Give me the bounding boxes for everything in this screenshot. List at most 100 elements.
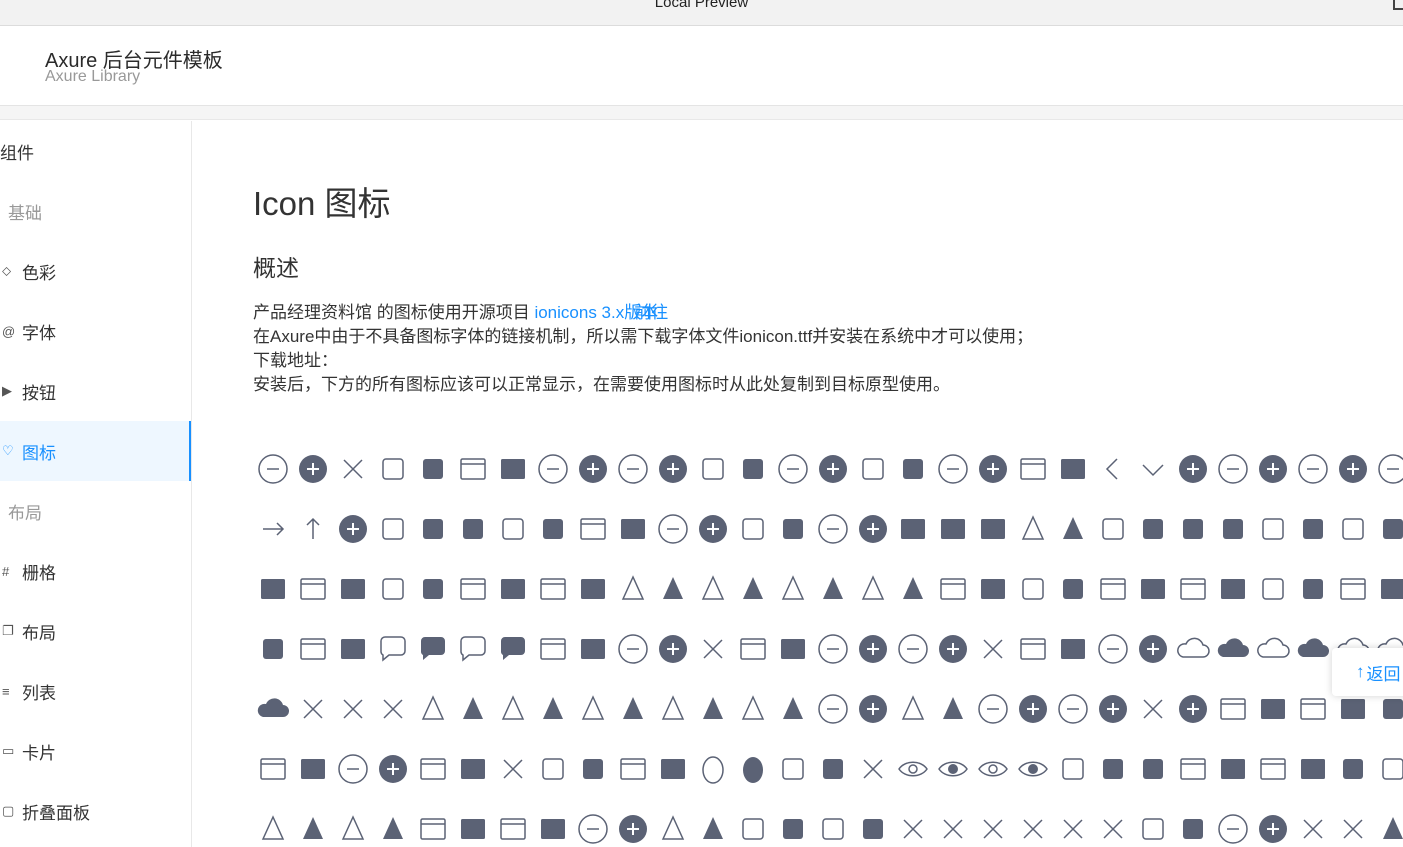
expand-icon[interactable]: [853, 749, 893, 789]
window-menu-icon[interactable]: [1393, 0, 1403, 10]
barcode-icon[interactable]: [613, 509, 653, 549]
boat-icon[interactable]: [1293, 509, 1333, 549]
color-fill-outline-icon[interactable]: [493, 689, 533, 729]
close-circle-icon[interactable]: [933, 629, 973, 669]
eye-off-icon[interactable]: [933, 749, 973, 789]
desktop-outline-icon[interactable]: [253, 749, 293, 789]
camera-outline-icon[interactable]: [1333, 569, 1373, 609]
appstore-outline-icon[interactable]: [933, 449, 973, 489]
film-outline-icon[interactable]: [1253, 749, 1293, 789]
copy-icon[interactable]: [1253, 689, 1293, 729]
egg-outline-icon[interactable]: [693, 749, 733, 789]
cloud-icon[interactable]: [253, 689, 293, 729]
exit-icon[interactable]: [813, 749, 853, 789]
fastforward-outline-icon[interactable]: [1053, 749, 1093, 789]
arrow-dropright-circle-icon[interactable]: [1333, 449, 1373, 489]
briefcase-icon[interactable]: [493, 569, 533, 609]
eye-off-outline-icon[interactable]: [893, 749, 933, 789]
create-outline-icon[interactable]: [1293, 689, 1333, 729]
easel-icon[interactable]: [653, 749, 693, 789]
filing-outline-icon[interactable]: [1173, 749, 1213, 789]
color-palette-outline-icon[interactable]: [653, 689, 693, 729]
closed-captioning-outline-icon[interactable]: [1013, 629, 1053, 669]
checkmark-icon[interactable]: [693, 629, 733, 669]
body-outline-icon[interactable]: [1333, 509, 1373, 549]
albums-outline-icon[interactable]: [453, 449, 493, 489]
arrow-dropleft-circle-outline-icon[interactable]: [1293, 449, 1333, 489]
download-icon[interactable]: [573, 749, 613, 789]
build-icon[interactable]: [813, 569, 853, 609]
basket-outline-icon[interactable]: [733, 509, 773, 549]
color-wand-outline-icon[interactable]: [733, 689, 773, 729]
game-controller-b-outline-icon[interactable]: [813, 809, 853, 847]
briefcase-outline-icon[interactable]: [453, 569, 493, 609]
battery-dead-icon[interactable]: [933, 509, 973, 549]
analytics-outline-icon[interactable]: [693, 449, 733, 489]
call-outline-icon[interactable]: [1253, 569, 1293, 609]
cog-icon[interactable]: [453, 689, 493, 729]
bowtie-outline-icon[interactable]: [373, 569, 413, 609]
easel-outline-icon[interactable]: [613, 749, 653, 789]
football-outline-icon[interactable]: [573, 809, 613, 847]
basketball-outline-icon[interactable]: [813, 509, 853, 549]
beer-outline-icon[interactable]: [1093, 509, 1133, 549]
disc-icon[interactable]: [373, 749, 413, 789]
bookmark-icon[interactable]: [253, 569, 293, 609]
flower-outline-icon[interactable]: [333, 809, 373, 847]
sidebar-item-11[interactable]: ▢ 折叠面板: [0, 781, 191, 841]
chatbubbles-icon[interactable]: [493, 629, 533, 669]
contacts-outline-icon[interactable]: [1053, 689, 1093, 729]
beer-icon[interactable]: [1133, 509, 1173, 549]
contrast-icon[interactable]: [1173, 689, 1213, 729]
bluetooth-icon[interactable]: [1213, 509, 1253, 549]
document-outline-icon[interactable]: [413, 749, 453, 789]
albums-icon[interactable]: [493, 449, 533, 489]
funnel-outline-icon[interactable]: [653, 809, 693, 847]
folder-open-icon[interactable]: [533, 809, 573, 847]
disc-outline-icon[interactable]: [333, 749, 373, 789]
clipboard-icon[interactable]: [773, 629, 813, 669]
baseball-outline-icon[interactable]: [653, 509, 693, 549]
battery-charging-icon[interactable]: [893, 509, 933, 549]
color-fill-icon[interactable]: [533, 689, 573, 729]
aperture-outline-icon[interactable]: [773, 449, 813, 489]
chatboxes-icon[interactable]: [413, 629, 453, 669]
closed-captioning-icon[interactable]: [1053, 629, 1093, 669]
clock-outline-icon[interactable]: [813, 629, 853, 669]
analytics-icon[interactable]: [733, 449, 773, 489]
arrow-dropdown-circle-outline-icon[interactable]: [1213, 449, 1253, 489]
hammer-icon[interactable]: [1373, 809, 1403, 847]
globe-icon[interactable]: [1253, 809, 1293, 847]
git-commit-icon[interactable]: [933, 809, 973, 847]
cash-outline-icon[interactable]: [293, 629, 333, 669]
contacts-icon[interactable]: [1093, 689, 1133, 729]
apps-icon[interactable]: [893, 449, 933, 489]
git-branch-icon[interactable]: [893, 809, 933, 847]
code-download-icon[interactable]: [333, 689, 373, 729]
boat-outline-icon[interactable]: [1253, 509, 1293, 549]
checkmark-circle-icon[interactable]: [653, 629, 693, 669]
folder-open-outline-icon[interactable]: [493, 809, 533, 847]
bus-outline-icon[interactable]: [933, 569, 973, 609]
book-icon[interactable]: [333, 569, 373, 609]
git-compare-icon[interactable]: [973, 809, 1013, 847]
contact-outline-icon[interactable]: [973, 689, 1013, 729]
calculator-outline-icon[interactable]: [1093, 569, 1133, 609]
color-filter-outline-icon[interactable]: [573, 689, 613, 729]
aperture-icon[interactable]: [813, 449, 853, 489]
copy-outline-icon[interactable]: [1213, 689, 1253, 729]
sidebar-item-3[interactable]: @ 字体: [0, 301, 191, 361]
cash-icon[interactable]: [333, 629, 373, 669]
backspace-icon[interactable]: [533, 509, 573, 549]
battery-full-icon[interactable]: [973, 509, 1013, 549]
arrow-dropright-circle-outline-icon[interactable]: [1373, 449, 1403, 489]
download-outline-icon[interactable]: [533, 749, 573, 789]
eye-outline-icon[interactable]: [973, 749, 1013, 789]
eye-icon[interactable]: [1013, 749, 1053, 789]
football-icon[interactable]: [613, 809, 653, 847]
build-outline-icon[interactable]: [773, 569, 813, 609]
book-outline-icon[interactable]: [293, 569, 333, 609]
git-pull-request-icon[interactable]: [1093, 809, 1133, 847]
fastforward-icon[interactable]: [1093, 749, 1133, 789]
sidebar-item-2[interactable]: ⬦ 色彩: [0, 241, 191, 301]
